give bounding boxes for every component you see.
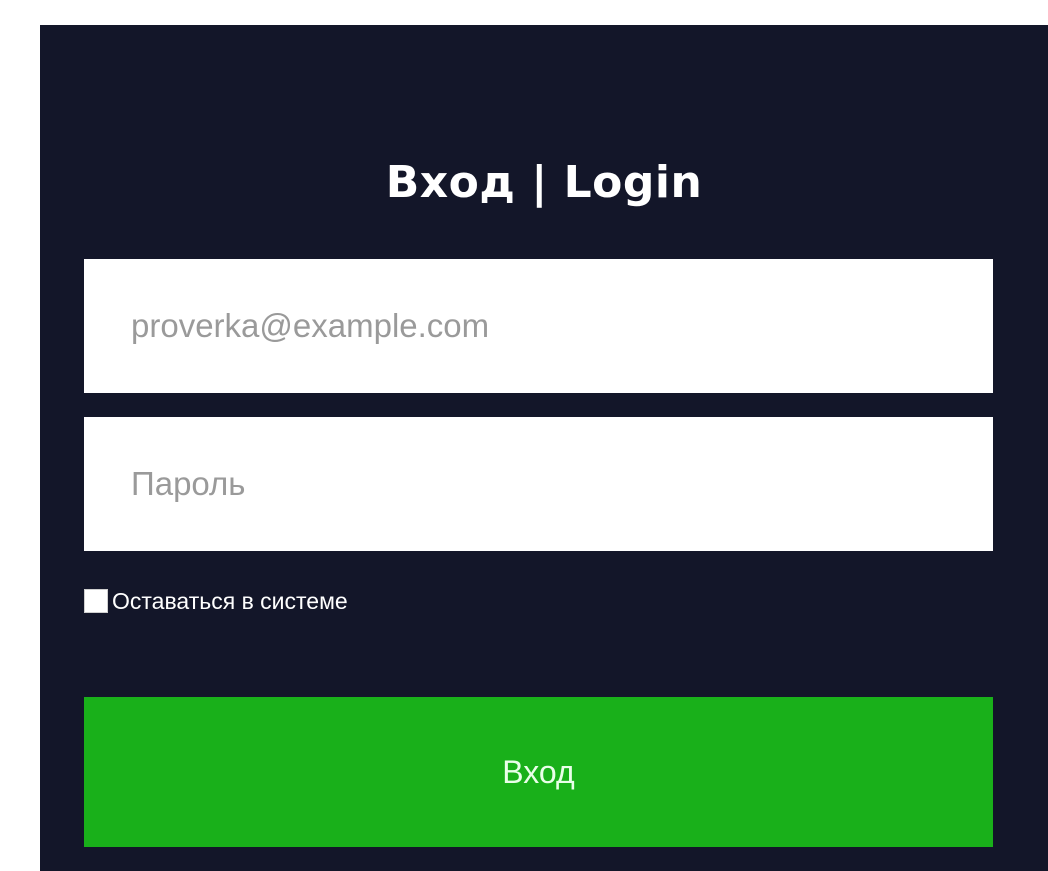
login-title: Вход | Login xyxy=(385,157,703,208)
page: Вход | Login Оставаться в системе Вход xyxy=(0,0,1048,871)
login-button[interactable]: Вход xyxy=(84,697,993,847)
email-field[interactable] xyxy=(84,259,993,393)
password-field[interactable] xyxy=(84,417,993,551)
remember-me-checkbox[interactable] xyxy=(84,589,108,613)
remember-me[interactable]: Оставаться в системе xyxy=(84,586,348,616)
remember-me-label: Оставаться в системе xyxy=(112,588,348,614)
login-panel: Вход | Login Оставаться в системе Вход xyxy=(40,25,1048,871)
